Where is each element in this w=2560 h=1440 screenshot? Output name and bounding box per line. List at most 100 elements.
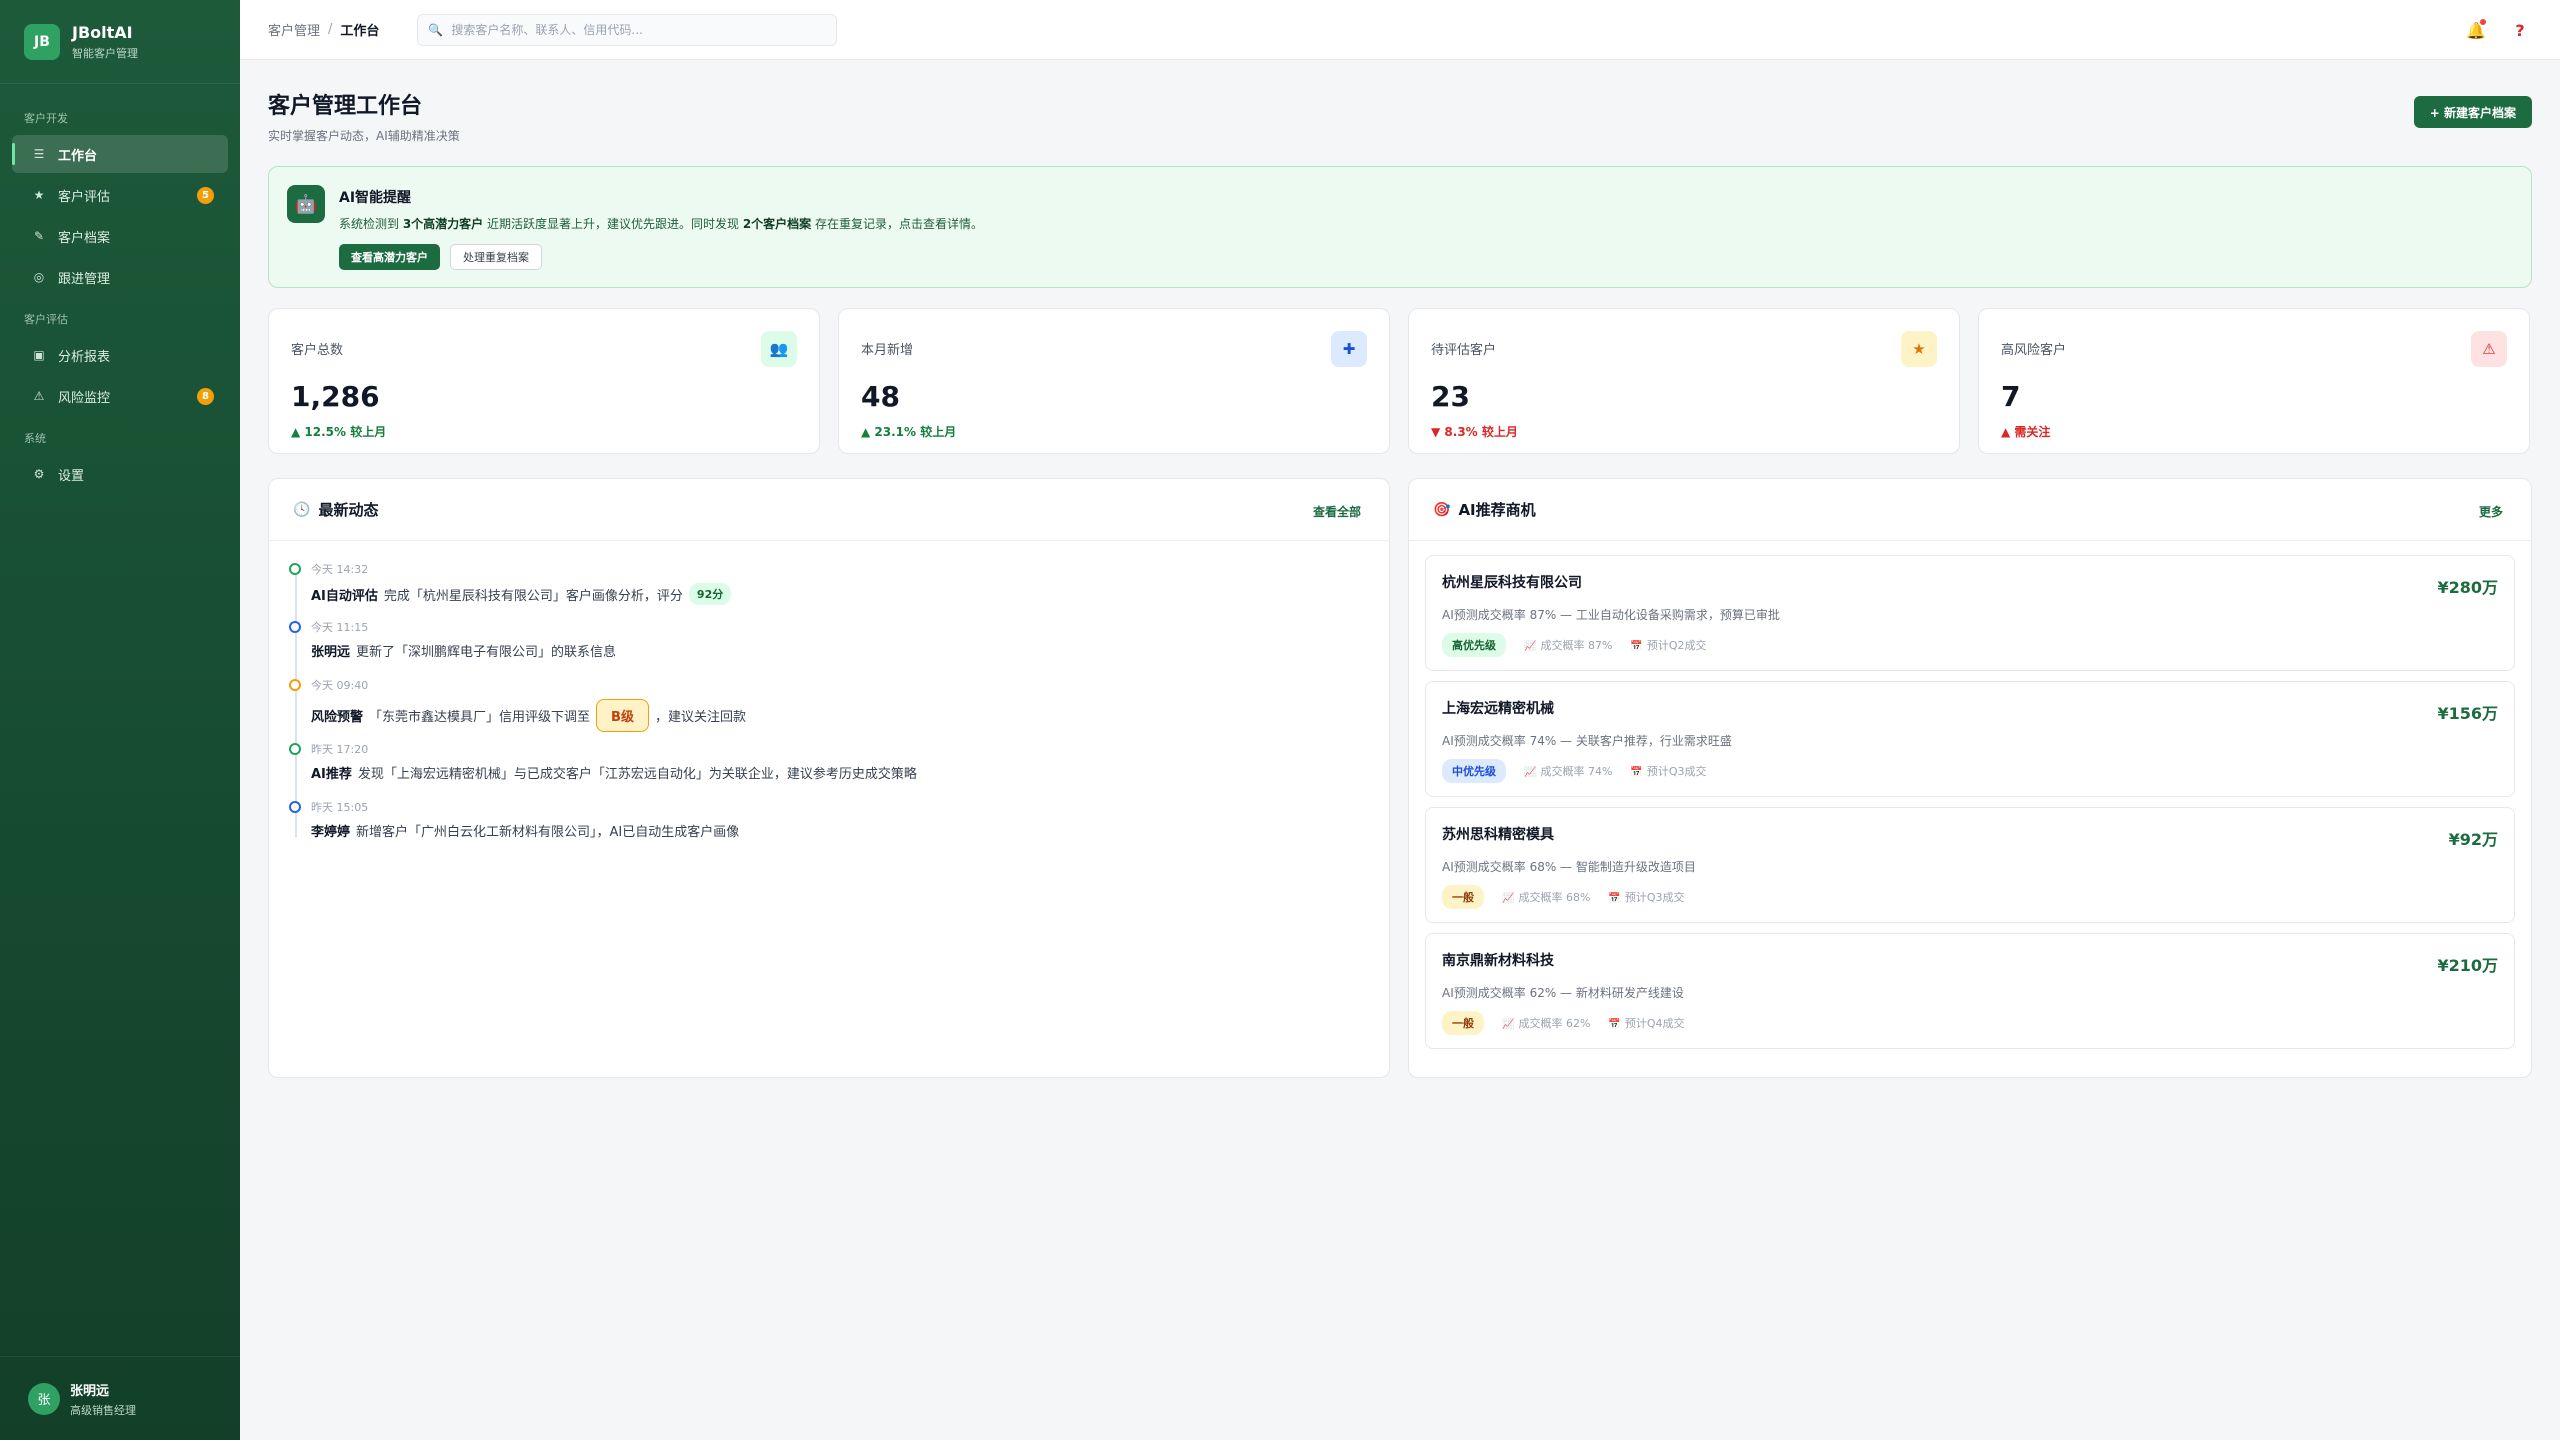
- opportunity-desc: AI预测成交概率 87% — 工业自动化设备采购需求，预算已审批: [1442, 608, 1780, 622]
- stat-label: 待评估客户: [1431, 343, 1497, 358]
- sidebar-item-risk[interactable]: ⚠ 风险监控 8: [12, 377, 228, 415]
- chart-icon: 📈: [1524, 641, 1537, 652]
- activity-actor: 风险预警: [311, 710, 364, 725]
- ai-alert-title: AI智能提醒: [339, 190, 412, 206]
- timeline-dot: [289, 621, 301, 633]
- grade-badge: B级: [596, 699, 649, 732]
- timeline-dot: [289, 743, 301, 755]
- help-button[interactable]: ?: [2508, 18, 2532, 42]
- timestamp: 昨天 15:05: [311, 801, 369, 814]
- stat-value: 48: [861, 380, 900, 413]
- eta-text: 预计Q3成交: [1624, 891, 1685, 904]
- user-role: 高级销售经理: [70, 1403, 136, 1417]
- search-box[interactable]: 🔍: [417, 13, 838, 46]
- pen-icon: ✎: [33, 229, 45, 243]
- breadcrumb-link[interactable]: 客户管理: [268, 20, 320, 39]
- opportunity-amount: ¥280万: [2437, 578, 2498, 597]
- help-icon: ?: [2515, 20, 2525, 40]
- notification-button[interactable]: 🔔: [2464, 18, 2488, 42]
- stat-value: 1,286: [291, 380, 380, 413]
- stat-trend: ▲ 12.5% 较上月: [291, 425, 387, 439]
- search-icon: 🔍: [428, 22, 444, 37]
- star-icon: ★: [1901, 331, 1937, 367]
- users-icon: 👥: [761, 331, 797, 367]
- list-item[interactable]: 今天 11:15 张明远 更新了「深圳鹏辉电子有限公司」的联系信息: [289, 619, 1365, 677]
- opportunity-card[interactable]: 南京鼎新材料科技 ¥210万 AI预测成交概率 62% — 新材料研发产线建设 …: [1425, 933, 2515, 1049]
- opportunity-amount: ¥92万: [2448, 830, 2498, 849]
- topbar: 客户管理 / 工作台 🔍 🔔 ?: [240, 0, 2560, 60]
- brand-subtitle: 智能客户管理: [72, 46, 138, 60]
- stat-card-risk[interactable]: 高风险客户 7 ▲ 需关注 ⚠: [1978, 308, 2530, 454]
- opportunity-card[interactable]: 苏州思科精密模具 ¥92万 AI预测成交概率 68% — 智能制造升级改造项目 …: [1425, 807, 2515, 923]
- gear-icon: ⚙: [33, 467, 45, 481]
- activity-text: 新增客户「广州白云化工新材料有限公司」，AI已自动生成客户画像: [356, 825, 740, 840]
- sidebar-item-followup[interactable]: ◎ 跟进管理: [12, 258, 228, 296]
- new-customer-button[interactable]: + 新建客户档案: [2413, 96, 2532, 128]
- opportunities-panel: 🎯 AI推荐商机 更多 杭州星辰科技有限公司 ¥280万 AI预测成交概率 87…: [1408, 478, 2532, 1078]
- count-badge: 5: [197, 187, 214, 204]
- timestamp: 今天 14:32: [311, 563, 369, 576]
- calendar-icon: 📅: [1608, 893, 1621, 904]
- avatar: 张: [28, 1382, 60, 1415]
- robot-icon: 🤖: [287, 185, 325, 223]
- stat-label: 高风险客户: [2001, 343, 2067, 358]
- activity-timeline: 今天 14:32 AI自动评估 完成「杭州星辰科技有限公司」客户画像分析，评分 92…: [269, 541, 1389, 857]
- star-icon: ★: [33, 188, 45, 202]
- timestamp: 今天 11:15: [311, 621, 369, 634]
- view-potential-customers-button[interactable]: 查看高潜力客户: [339, 244, 440, 270]
- calendar-icon: 📅: [1630, 641, 1643, 652]
- list-item[interactable]: 今天 09:40 风险预警 「东莞市鑫达模具厂」信用评级下调至 B级 ，建议关注回款: [289, 677, 1365, 741]
- highlight-text: 3个高潜力客户: [402, 217, 484, 231]
- timestamp: 今天 09:40: [311, 679, 369, 692]
- probability-text: 成交概率 87%: [1540, 639, 1613, 652]
- list-item[interactable]: 昨天 17:20 AI推荐 发现「上海宏远精密机械」与已成交客户「江苏宏远自动化」…: [289, 741, 1365, 799]
- warning-icon: ⚠: [33, 389, 45, 403]
- sidebar-item-settings[interactable]: ⚙ 设置: [12, 455, 228, 493]
- eta-text: 预计Q2成交: [1646, 639, 1707, 652]
- stat-card-new[interactable]: 本月新增 48 ▲ 23.1% 较上月 ✚: [838, 308, 1390, 454]
- report-icon: ▣: [33, 348, 45, 362]
- target-icon: ◎: [33, 270, 45, 284]
- activity-text: ，建议关注回款: [654, 710, 746, 725]
- priority-tag: 一般: [1442, 1011, 1484, 1035]
- sidebar-item-evaluation[interactable]: ★ 客户评估 5: [12, 176, 228, 214]
- timeline-dot: [289, 563, 301, 575]
- eta-text: 预计Q3成交: [1646, 765, 1707, 778]
- highlight-text: 2个客户档案: [742, 217, 812, 231]
- sidebar-item-profiles[interactable]: ✎ 客户档案: [12, 217, 228, 255]
- list-item[interactable]: 今天 14:32 AI自动评估 完成「杭州星辰科技有限公司」客户画像分析，评分 92…: [289, 561, 1365, 619]
- activity-actor: 李婷婷: [311, 825, 351, 840]
- opportunity-card[interactable]: 上海宏远精密机械 ¥156万 AI预测成交概率 74% — 关联客户推荐，行业需…: [1425, 681, 2515, 797]
- probability-text: 成交概率 74%: [1540, 765, 1613, 778]
- nav-section-title: 系统: [24, 432, 46, 445]
- eta-text: 预计Q4成交: [1624, 1017, 1685, 1030]
- list-item[interactable]: 昨天 15:05 李婷婷 新增客户「广州白云化工新材料有限公司」，AI已自动生成客…: [289, 799, 1365, 857]
- breadcrumb-separator: /: [328, 22, 333, 37]
- main-content: 客户管理工作台 实时掌握客户动态，AI辅助精准决策 + 新建客户档案 🤖 AI智…: [268, 60, 2532, 1078]
- warning-icon: ⚠: [2471, 331, 2507, 367]
- more-link[interactable]: 更多: [2479, 503, 2503, 520]
- plus-icon: ✚: [1331, 331, 1367, 367]
- stat-card-pending[interactable]: 待评估客户 23 ▼ 8.3% 较上月 ★: [1408, 308, 1960, 454]
- opportunity-name: 南京鼎新材料科技: [1442, 953, 1554, 969]
- handle-duplicates-button[interactable]: 处理重复档案: [450, 244, 542, 270]
- stat-label: 客户总数: [291, 343, 344, 358]
- sidebar-item-label: 客户档案: [58, 230, 111, 246]
- stat-label: 本月新增: [861, 343, 914, 358]
- nav-section-title: 客户开发: [24, 112, 68, 125]
- stat-value: 23: [1431, 380, 1470, 413]
- opportunity-desc: AI预测成交概率 62% — 新材料研发产线建设: [1442, 986, 1684, 1000]
- sidebar-item-reports[interactable]: ▣ 分析报表: [12, 336, 228, 374]
- search-input[interactable]: [451, 22, 822, 37]
- view-all-link[interactable]: 查看全部: [1313, 503, 1361, 520]
- stat-trend: ▲ 需关注: [2001, 425, 2051, 439]
- activity-text: 更新了「深圳鹏辉电子有限公司」的联系信息: [356, 645, 617, 660]
- activity-actor: 张明远: [311, 645, 351, 660]
- brand[interactable]: JB JBoltAI 智能客户管理: [0, 0, 240, 84]
- sidebar-item-workbench[interactable]: ☰ 工作台: [12, 135, 228, 173]
- user-profile[interactable]: 张 张明远 高级销售经理: [0, 1356, 240, 1440]
- timestamp: 昨天 17:20: [311, 743, 369, 756]
- opportunity-card[interactable]: 杭州星辰科技有限公司 ¥280万 AI预测成交概率 87% — 工业自动化设备采…: [1425, 555, 2515, 671]
- panel-title: 最新动态: [318, 501, 379, 519]
- stat-card-total[interactable]: 客户总数 1,286 ▲ 12.5% 较上月 👥: [268, 308, 820, 454]
